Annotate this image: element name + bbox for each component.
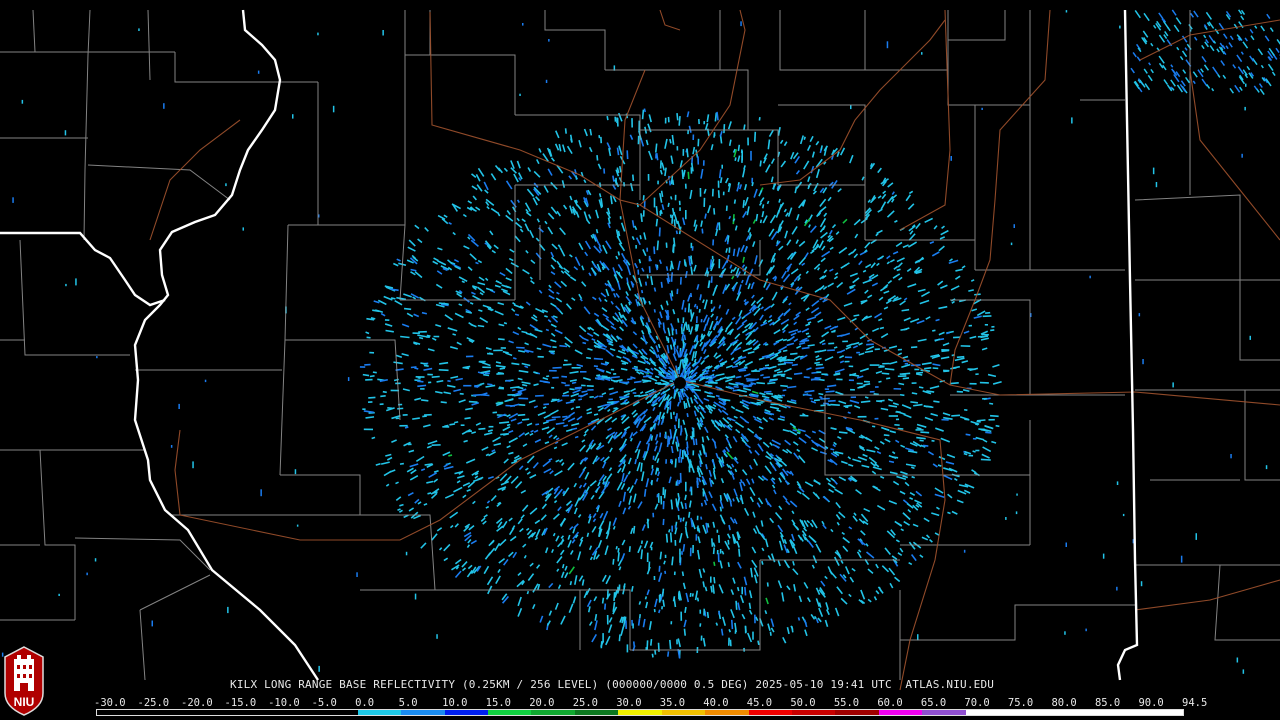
colorbar-tick: 20.0 — [529, 697, 555, 709]
highways — [149, 9, 1280, 691]
colorbar-tick: 30.0 — [616, 697, 642, 709]
colorbar-tick: 10.0 — [442, 697, 468, 709]
reflectivity-echoes — [1, 9, 1280, 674]
colorbar-segment — [748, 710, 792, 715]
colorbar-segment — [314, 710, 358, 715]
colorbar-tick: 60.0 — [877, 697, 903, 709]
niu-tower-logo: NIU — [4, 646, 44, 716]
colorbar-tick: -30.0 — [94, 697, 126, 709]
colorbar-segment — [1096, 710, 1140, 715]
colorbar-tick: 15.0 — [485, 697, 511, 709]
product-caption: KILX LONG RANGE BASE REFLECTIVITY (0.25K… — [230, 678, 995, 691]
colorbar-segment — [1052, 710, 1097, 715]
colorbar-tick: 85.0 — [1094, 697, 1121, 709]
colorbar-segment — [661, 710, 706, 715]
colorbar-segment — [965, 710, 1010, 715]
colorbar-segment — [531, 710, 575, 715]
colorbar-tick: 35.0 — [659, 697, 686, 709]
colorbar-tick: -10.0 — [268, 697, 300, 709]
colorbar-tick: -20.0 — [181, 697, 213, 709]
colorbar-tick: 25.0 — [572, 697, 599, 709]
colorbar-segment — [1139, 710, 1183, 715]
colorbar-tick: 0.0 — [355, 697, 375, 709]
colorbar-segment — [140, 710, 184, 715]
colorbar-tick: 75.0 — [1007, 697, 1034, 709]
colorbar-segment — [401, 710, 445, 715]
colorbar-tick: -25.0 — [137, 697, 170, 709]
colorbar-segment — [705, 710, 749, 715]
colorbar-tick: 40.0 — [703, 697, 729, 709]
colorbar-tick: 50.0 — [790, 697, 816, 709]
colorbar-tick: 70.0 — [964, 697, 990, 709]
radar-map — [0, 9, 1280, 691]
colorbar-segment — [835, 710, 879, 715]
colorbar-segment — [270, 710, 315, 715]
colorbar-tick-labels: -30.0 -25.0 -20.0 -15.0 -10.0 -5.0 0.0 5.0 10.0 1… — [94, 697, 1207, 709]
colorbar-segment — [444, 710, 488, 715]
colorbar-segment — [618, 710, 662, 715]
colorbar-segment — [878, 710, 923, 715]
logo-text: NIU — [14, 695, 35, 709]
colorbar-tick: 5.0 — [398, 697, 418, 709]
colorbar-segment — [487, 710, 532, 715]
colorbar-tick: 90.0 — [1138, 697, 1164, 709]
colorbar-segment — [574, 710, 619, 715]
county-lines — [0, 9, 1280, 681]
colorbar-tick: 65.0 — [920, 697, 947, 709]
colorbar-segment — [1009, 710, 1053, 715]
colorbar-segment — [97, 710, 141, 715]
colorbar-tick: -5.0 — [311, 697, 337, 709]
colorbar-tick: 55.0 — [833, 697, 860, 709]
radar-site-marker — [674, 377, 686, 389]
colorbar-tick: 80.0 — [1051, 697, 1077, 709]
colorbar-segment — [922, 710, 966, 715]
colorbar-tick: 45.0 — [746, 697, 773, 709]
colorbar-segment — [183, 710, 228, 715]
reflectivity-colorbar — [96, 709, 1184, 716]
colorbar-tick: 94.5 — [1182, 697, 1208, 709]
colorbar-segment — [227, 710, 271, 715]
colorbar-tick: -15.0 — [224, 697, 257, 709]
colorbar-segment — [357, 710, 402, 715]
colorbar-segment — [792, 710, 836, 715]
